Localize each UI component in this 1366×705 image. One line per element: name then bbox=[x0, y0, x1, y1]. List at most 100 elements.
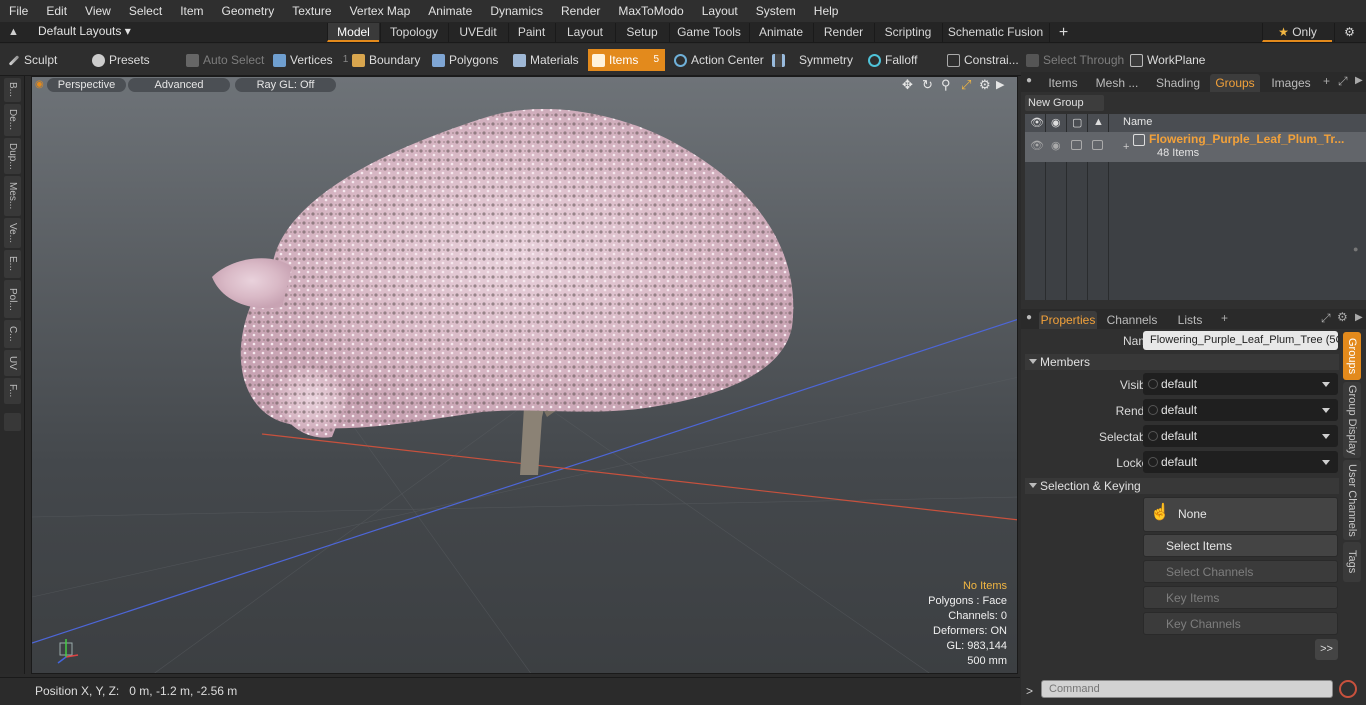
gear-icon[interactable]: ⚙ bbox=[1334, 23, 1364, 42]
fit-view-icon[interactable]: ⤢ bbox=[961, 77, 971, 93]
3d-viewport[interactable]: ◉ Perspective Advanced Ray GL: Off ✥ ↻ ⚲… bbox=[31, 76, 1018, 674]
command-input[interactable] bbox=[1041, 680, 1333, 698]
tab-shading[interactable]: Shading bbox=[1149, 74, 1207, 92]
viewport-expand-icon[interactable]: ▶ bbox=[996, 78, 1004, 91]
materials-button[interactable]: Materials bbox=[513, 49, 579, 71]
symmetry-button[interactable]: Symmetry bbox=[772, 49, 853, 71]
menu-select[interactable]: Select bbox=[120, 0, 171, 22]
tab-lists[interactable]: Lists bbox=[1165, 311, 1215, 329]
menu-view[interactable]: View bbox=[76, 0, 120, 22]
tab-topology[interactable]: Topology bbox=[380, 23, 447, 42]
tab-schematic-fusion[interactable]: Schematic Fusion bbox=[942, 23, 1048, 42]
panel-maximize-icon[interactable]: ⤢ bbox=[1338, 74, 1348, 89]
left-tab-curve[interactable]: C... bbox=[4, 320, 21, 348]
side-tab-user-channels[interactable]: User Channels bbox=[1343, 460, 1361, 540]
select-through-button[interactable]: Select Through bbox=[1026, 49, 1124, 71]
workplane-button[interactable]: WorkPlane bbox=[1130, 49, 1205, 71]
tab-uvedit[interactable]: UVEdit bbox=[448, 23, 507, 42]
list-scroll-handle[interactable]: ● bbox=[1353, 244, 1358, 254]
properties-arrow-icon[interactable]: ▶ bbox=[1355, 312, 1363, 323]
add-tab-icon[interactable]: + bbox=[1049, 23, 1077, 42]
selectable-icon[interactable]: ▢ bbox=[1072, 116, 1082, 129]
left-tab-polygon[interactable]: Pol... bbox=[4, 280, 21, 318]
presets-button[interactable]: Presets bbox=[92, 49, 150, 71]
menu-animate[interactable]: Animate bbox=[419, 0, 481, 22]
lock-icon[interactable]: ▲ bbox=[1093, 116, 1104, 128]
left-tab-edge[interactable]: E... bbox=[4, 250, 21, 278]
add-properties-tab-icon[interactable]: + bbox=[1221, 311, 1228, 325]
left-tab-fusion[interactable]: F... bbox=[4, 378, 21, 404]
left-tab-uv[interactable]: UV bbox=[4, 350, 21, 376]
constraints-button[interactable]: Constrai... bbox=[947, 49, 1019, 71]
render-dropdown[interactable]: default bbox=[1143, 399, 1338, 421]
tab-paint[interactable]: Paint bbox=[508, 23, 554, 42]
left-tab-basic[interactable]: B... bbox=[4, 78, 21, 102]
tab-game-tools[interactable]: Game Tools bbox=[669, 23, 748, 42]
viewport-gear-icon[interactable]: ⚙ bbox=[979, 77, 991, 93]
only-toggle[interactable]: ★ Only bbox=[1262, 23, 1332, 42]
menu-texture[interactable]: Texture bbox=[283, 0, 340, 22]
eye-icon[interactable]: 👁 bbox=[1030, 116, 1044, 129]
select-channels-button[interactable]: Select Channels bbox=[1143, 560, 1338, 583]
left-tab-deform[interactable]: De... bbox=[4, 104, 21, 136]
locked-dropdown[interactable]: default bbox=[1143, 451, 1338, 473]
falloff-button[interactable]: Falloff bbox=[868, 49, 917, 71]
left-tab-mesh-edit[interactable]: Mes... bbox=[4, 176, 21, 216]
name-field[interactable]: Flowering_Purple_Leaf_Plum_Tree (5C bbox=[1143, 331, 1338, 350]
left-tab-vertex[interactable]: Ve... bbox=[4, 218, 21, 248]
menu-help[interactable]: Help bbox=[805, 0, 848, 22]
collapse-icon[interactable]: ▲ bbox=[8, 26, 19, 38]
move-view-icon[interactable]: ✥ bbox=[902, 77, 913, 93]
new-group-button[interactable]: New Group bbox=[1025, 95, 1104, 111]
menu-edit[interactable]: Edit bbox=[37, 0, 76, 22]
row-eye-icon[interactable]: 👁 bbox=[1030, 139, 1044, 152]
polygons-button[interactable]: Polygons bbox=[432, 49, 498, 71]
tab-groups[interactable]: Groups bbox=[1210, 74, 1260, 92]
viewport-menu-icon[interactable]: ◉ bbox=[35, 79, 44, 90]
group-row[interactable]: 👁 ◉ + Flowering_Purple_Leaf_Plum_Tr... 4… bbox=[1025, 132, 1366, 162]
properties-menu-icon[interactable]: ● bbox=[1026, 312, 1032, 323]
menu-system[interactable]: System bbox=[747, 0, 805, 22]
panel-menu-icon[interactable]: ● bbox=[1026, 75, 1032, 86]
tab-render[interactable]: Render bbox=[813, 23, 873, 42]
raygl-button[interactable]: Ray GL: Off bbox=[235, 78, 336, 92]
selectable-dropdown[interactable]: default bbox=[1143, 425, 1338, 447]
advanced-button[interactable]: Advanced bbox=[128, 78, 230, 92]
menu-maxtomodo[interactable]: MaxToModo bbox=[609, 0, 692, 22]
layout-selector[interactable]: Default Layouts ▾ bbox=[38, 24, 131, 38]
select-items-button[interactable]: Select Items bbox=[1143, 534, 1338, 557]
key-channels-button[interactable]: Key Channels bbox=[1143, 612, 1338, 635]
vertices-button[interactable]: Vertices 1 bbox=[273, 49, 348, 71]
menu-render[interactable]: Render bbox=[552, 0, 609, 22]
left-tab-expand[interactable] bbox=[4, 413, 21, 431]
tab-items[interactable]: Items bbox=[1039, 74, 1087, 92]
menu-vertex-map[interactable]: Vertex Map bbox=[341, 0, 420, 22]
perspective-button[interactable]: Perspective bbox=[47, 78, 126, 92]
none-button[interactable]: ☝ None bbox=[1143, 497, 1338, 532]
rotate-view-icon[interactable]: ↻ bbox=[922, 77, 933, 93]
tab-mesh[interactable]: Mesh ... bbox=[1091, 74, 1143, 92]
record-icon[interactable] bbox=[1339, 680, 1357, 698]
properties-gear-icon[interactable]: ⚙ bbox=[1337, 310, 1348, 324]
action-center-button[interactable]: Action Center bbox=[674, 49, 764, 71]
visible-dropdown[interactable]: default bbox=[1143, 373, 1338, 395]
side-tab-group-display[interactable]: Group Display bbox=[1343, 382, 1361, 458]
menu-dynamics[interactable]: Dynamics bbox=[481, 0, 552, 22]
tab-channels[interactable]: Channels bbox=[1103, 311, 1161, 329]
selection-keying-section[interactable]: Selection & Keying bbox=[1025, 478, 1339, 494]
boundary-button[interactable]: Boundary bbox=[352, 49, 420, 71]
key-items-button[interactable]: Key Items bbox=[1143, 586, 1338, 609]
tab-scripting[interactable]: Scripting bbox=[874, 23, 941, 42]
side-tab-tags[interactable]: Tags bbox=[1343, 542, 1361, 582]
tab-model[interactable]: Model bbox=[327, 23, 379, 42]
menu-item[interactable]: Item bbox=[171, 0, 212, 22]
add-panel-tab-icon[interactable]: + bbox=[1323, 74, 1330, 88]
expand-group-icon[interactable]: + bbox=[1123, 141, 1129, 153]
left-tab-duplicate[interactable]: Dup... bbox=[4, 138, 21, 174]
row-render-icon[interactable]: ◉ bbox=[1051, 139, 1061, 152]
menu-layout[interactable]: Layout bbox=[693, 0, 747, 22]
menu-file[interactable]: File bbox=[0, 0, 37, 22]
tab-properties[interactable]: Properties bbox=[1039, 311, 1097, 329]
tab-animate[interactable]: Animate bbox=[749, 23, 812, 42]
panel-arrow-icon[interactable]: ▶ bbox=[1355, 75, 1363, 86]
